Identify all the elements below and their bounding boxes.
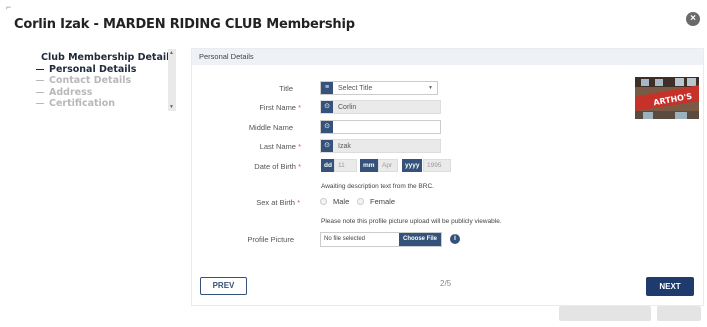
title-label: Title [153, 84, 293, 93]
step-club-membership-details[interactable]: Club Membership Details [36, 52, 175, 64]
last-name-field[interactable]: ⊙ Izak [320, 139, 441, 153]
required-mark: * [298, 103, 301, 112]
steps-scrollbar[interactable]: ▲ ▼ [168, 49, 176, 111]
label-text: Sex at Birth [256, 198, 295, 207]
dash-icon [36, 103, 44, 105]
steps-nav: Club Membership Details Personal Details… [36, 52, 175, 110]
faded-secondary-button[interactable] [657, 306, 701, 321]
profile-photo: ARTHO'S [635, 77, 699, 119]
dob-month-tag: mm [360, 159, 378, 172]
first-name-value: Corlin [338, 103, 357, 111]
list-icon: ≡ [321, 82, 333, 94]
radio-label: Male [333, 197, 350, 206]
panel-header: Personal Details [192, 49, 703, 65]
label-text: First Name [259, 103, 296, 112]
choose-file-button[interactable]: Choose File [399, 233, 441, 246]
required-mark: * [298, 142, 301, 151]
prev-button[interactable]: PREV [200, 277, 247, 295]
radio-label: Female [370, 197, 396, 206]
step-label: Personal Details [49, 63, 137, 75]
step-label: Address [49, 86, 93, 98]
step-label: Club Membership Details [41, 52, 176, 63]
step-certification[interactable]: Certification [36, 98, 171, 110]
window-title: Corlin Izak - MARDEN RIDING CLUB Members… [14, 17, 355, 32]
label-text: Date of Birth [254, 162, 296, 171]
middle-name-label: Middle Name [153, 123, 293, 132]
sex-label: Sex at Birth * [160, 198, 300, 207]
next-button[interactable]: NEXT [646, 277, 694, 296]
dob-year-tag: yyyy [402, 159, 423, 172]
close-icon[interactable]: × [686, 12, 700, 26]
label-text: Title [279, 84, 293, 93]
dob-month-value: Apr [378, 159, 398, 172]
faded-action-button[interactable] [559, 306, 651, 321]
lock-icon: ⊙ [321, 121, 333, 133]
info-icon[interactable]: i [450, 234, 460, 244]
label-text: Middle Name [248, 123, 293, 132]
dob-day-tag: dd [321, 159, 335, 172]
profile-picture-input[interactable]: No file selected Choose File [320, 232, 442, 247]
profile-picture-label: Profile Picture [154, 235, 294, 244]
step-address[interactable]: Address [36, 87, 171, 99]
dob-note: Awaiting description text from the BRC. [321, 183, 434, 190]
dash-icon [36, 91, 44, 93]
scroll-up-icon[interactable]: ▲ [169, 50, 174, 56]
lock-icon: ⊙ [321, 140, 333, 152]
sex-option-male[interactable]: Male [320, 197, 349, 206]
first-name-label: First Name * [161, 103, 301, 112]
dob-year-value: 1995 [423, 159, 451, 172]
chevron-down-icon: ▼ [428, 85, 433, 91]
step-label: Certification [49, 98, 116, 109]
label-text: Last Name [259, 142, 296, 151]
step-contact-details[interactable]: Contact Details [36, 75, 171, 87]
corner-mark: ⌐ [6, 2, 12, 12]
dash-icon [36, 68, 44, 70]
sex-option-female[interactable]: Female [357, 197, 395, 206]
dob-day-value: 11 [334, 159, 357, 172]
step-personal-details[interactable]: Personal Details [36, 64, 171, 76]
picture-note: Please note this profile picture upload … [321, 218, 502, 225]
dash-icon [36, 80, 44, 82]
file-name: No file selected [324, 236, 366, 242]
required-mark: * [297, 198, 300, 207]
radio-icon [320, 198, 327, 205]
required-mark: * [298, 162, 301, 171]
title-select-value: Select Title [338, 84, 373, 92]
first-name-field[interactable]: ⊙ Corlin [320, 100, 441, 114]
page-indicator: 2/5 [440, 279, 452, 288]
middle-name-field[interactable]: ⊙ [320, 120, 441, 134]
last-name-value: Izak [338, 142, 351, 150]
lock-icon: ⊙ [321, 101, 333, 113]
step-label: Contact Details [49, 75, 132, 86]
last-name-label: Last Name * [161, 142, 301, 151]
title-select[interactable]: ≡ Select Title ▼ [320, 81, 438, 95]
dob-label: Date of Birth * [161, 162, 301, 171]
label-text: Profile Picture [247, 235, 294, 244]
radio-icon [357, 198, 364, 205]
